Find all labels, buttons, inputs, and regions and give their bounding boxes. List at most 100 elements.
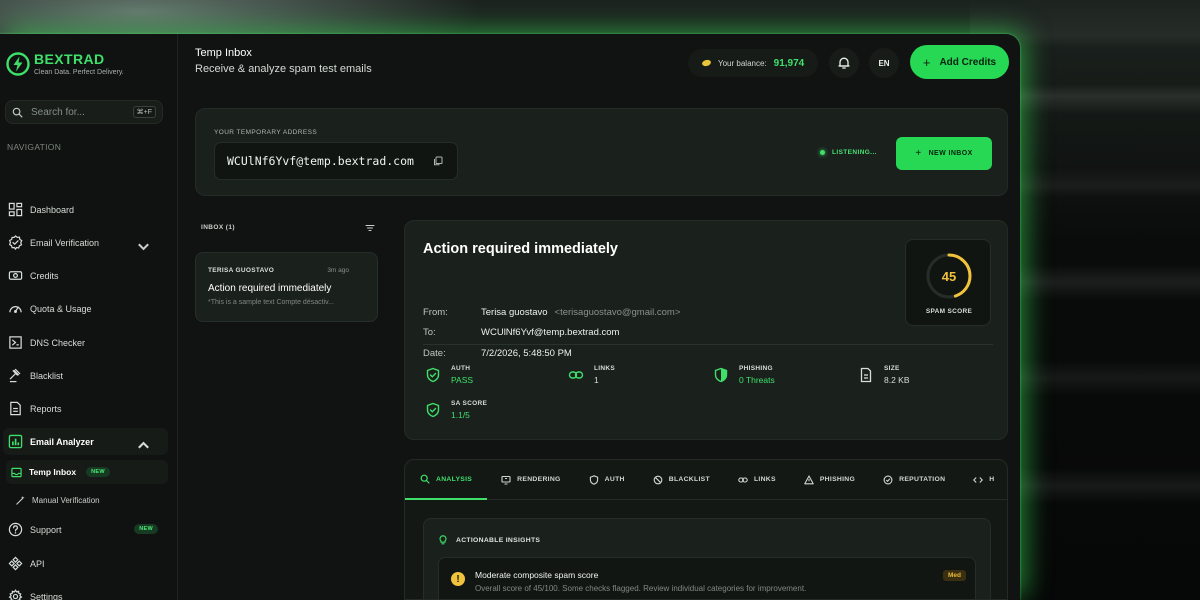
analysis-tabs: ANALYSIS RENDERING AUTH BLACKLIST LINKS … [405, 460, 1007, 500]
dashboard-icon [8, 202, 23, 217]
sidebar-item-label: Support [30, 524, 62, 535]
shield-half-icon [714, 367, 728, 383]
analysis-panel: ANALYSIS RENDERING AUTH BLACKLIST LINKS … [404, 459, 1008, 600]
file-icon [860, 367, 872, 383]
balance-pill[interactable]: Your balance: 91,974 [688, 49, 818, 77]
new-inbox-label: NEW INBOX [928, 150, 973, 157]
tab-phishing[interactable]: PHISHING [790, 460, 869, 499]
code-icon [973, 476, 984, 483]
sidebar-item-temp-inbox[interactable]: Temp Inbox NEW [6, 460, 168, 484]
to-value: WCUlNf6Yvf@temp.bextrad.com [481, 327, 620, 338]
inbox-message-item[interactable]: TERISA GUOSTAVO 3m ago Action required i… [195, 252, 378, 322]
insights-title-label: ACTIONABLE INSIGHTS [456, 536, 541, 544]
gear-icon [8, 589, 23, 600]
plus-icon: + [915, 148, 922, 159]
tab-label: H [989, 476, 995, 483]
analytics-icon [8, 434, 23, 449]
stat-label: SA SCORE [451, 400, 488, 407]
sidebar-item-label: DNS Checker [30, 337, 86, 348]
sidebar-item-label: API [30, 558, 45, 569]
email-detail-panel: Action required immediately From: Terisa… [404, 220, 1008, 440]
sidebar-item-blacklist[interactable]: Blacklist [3, 362, 168, 389]
stat-size: SIZE 8.2 KB [858, 365, 910, 385]
sidebar-item-dns-checker[interactable]: DNS Checker [3, 329, 168, 356]
tab-rendering[interactable]: RENDERING [487, 460, 575, 499]
sidebar-item-label: Temp Inbox [29, 467, 77, 477]
tab-label: REPUTATION [899, 476, 946, 483]
stat-auth: AUTH PASS [425, 365, 473, 385]
balance-value: 91,974 [773, 57, 805, 69]
page-subtitle: Receive & analyze spam test emails [195, 63, 372, 75]
lightning-logo-icon [6, 52, 30, 76]
stat-value: 1.1/5 [451, 410, 470, 420]
sidebar-item-reports[interactable]: Reports [3, 395, 168, 422]
language-button[interactable]: EN [869, 48, 899, 78]
page-title: Temp Inbox [195, 47, 252, 59]
gauge-icon [9, 306, 22, 313]
new-inbox-button[interactable]: + NEW INBOX [896, 137, 992, 170]
from-name: Terisa guostavo [481, 307, 548, 318]
link-icon [568, 371, 584, 379]
chevron-down-icon[interactable] [136, 239, 151, 254]
sidebar: BEXTRAD Clean Data. Perfect Delivery. ⌘+… [0, 34, 178, 600]
copy-icon[interactable] [433, 156, 443, 166]
search-analysis-icon [420, 474, 430, 484]
sidebar-item-api[interactable]: API [3, 550, 168, 577]
filter-icon[interactable] [365, 223, 375, 233]
severity-badge: Med [943, 570, 966, 581]
sidebar-item-label: Email Analyzer [30, 436, 94, 447]
inbox-header: INBOX (1) [201, 224, 235, 231]
nav-heading: NAVIGATION [7, 142, 62, 152]
sidebar-item-label: Quota & Usage [30, 303, 92, 314]
stat-value: 8.2 KB [884, 375, 910, 385]
chevron-up-icon[interactable] [136, 438, 151, 453]
address-field[interactable]: WCUlNf6Yvf@temp.bextrad.com [214, 142, 458, 180]
brand[interactable]: BEXTRAD Clean Data. Perfect Delivery. [6, 52, 124, 76]
sidebar-item-credits[interactable]: Credits [3, 262, 168, 289]
tab-label: LINKS [753, 476, 776, 483]
stat-sa-score: SA SCORE 1.1/5 [425, 400, 487, 420]
tab-headers[interactable]: H [959, 460, 1007, 499]
tab-blacklist[interactable]: BLACKLIST [639, 460, 724, 499]
add-credits-button[interactable]: + Add Credits [910, 45, 1009, 79]
sidebar-item-label: Manual Verification [32, 496, 100, 505]
insight-item[interactable]: ! Moderate composite spam score Overall … [438, 557, 976, 599]
tab-analysis[interactable]: ANALYSIS [405, 460, 488, 500]
tab-auth[interactable]: AUTH [575, 460, 639, 499]
tab-label: RENDERING [517, 476, 561, 483]
sidebar-item-email-analyzer[interactable]: Email Analyzer [3, 428, 168, 455]
email-subject: Action required immediately [423, 241, 618, 257]
date-label: Date: [423, 348, 446, 359]
stat-label: LINKS [594, 365, 615, 372]
lightbulb-icon [439, 535, 447, 545]
credits-icon [8, 271, 23, 280]
search-input[interactable] [31, 106, 133, 118]
sidebar-item-support[interactable]: Support NEW [3, 516, 168, 543]
sidebar-item-label: Blacklist [30, 370, 64, 381]
sidebar-item-settings[interactable]: Settings [3, 583, 168, 600]
warning-icon [804, 474, 814, 484]
notifications-button[interactable] [829, 48, 859, 78]
sidebar-item-manual-verification[interactable]: Manual Verification [10, 487, 168, 514]
sidebar-item-quota-usage[interactable]: Quota & Usage [3, 295, 168, 322]
spam-score-label: SPAM SCORE [925, 308, 973, 315]
document-icon [10, 401, 21, 416]
tab-reputation[interactable]: REPUTATION [869, 460, 959, 499]
link-icon [738, 476, 748, 483]
date-value: 7/2/2026, 5:48:50 PM [481, 348, 572, 359]
shield-check-icon [426, 402, 440, 418]
help-circle-icon [8, 522, 23, 537]
address-value[interactable]: WCUlNf6Yvf@temp.bextrad.com [227, 154, 414, 168]
search-icon [12, 107, 23, 117]
from-value: Terisa guostavo <terisaguostavo@gmail.com… [481, 307, 680, 318]
tab-links[interactable]: LINKS [724, 460, 790, 499]
sidebar-item-dashboard[interactable]: Dashboard [3, 196, 168, 223]
listening-status: LISTENING... [820, 149, 877, 156]
message-sender: TERISA GUOSTAVO [208, 267, 275, 274]
search-box[interactable]: ⌘+F [5, 100, 163, 124]
warning-circle-icon: ! [451, 572, 465, 586]
ban-icon [653, 475, 663, 484]
listening-label: LISTENING... [832, 149, 877, 156]
from-label: From: [423, 307, 448, 318]
sidebar-item-email-verification[interactable]: Email Verification [3, 229, 168, 256]
